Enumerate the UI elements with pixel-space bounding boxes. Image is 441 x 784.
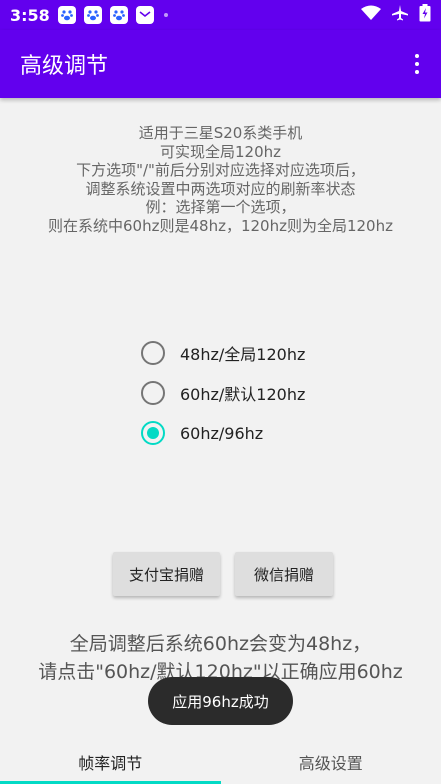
tab-label: 高级设置 bbox=[298, 754, 363, 773]
radio-label: 60hz/默认120hz bbox=[180, 385, 306, 404]
donate-buttons: 支付宝捐赠 微信捐赠 bbox=[113, 552, 333, 596]
wechat-donate-button[interactable]: 微信捐赠 bbox=[235, 552, 333, 596]
hint-line: 全局调整后系统60hz会变为48hz， bbox=[69, 633, 372, 655]
description-line: 则在系统中60hz则是48hz，120hz则为全局120hz bbox=[48, 216, 393, 235]
radio-option-60hz-default[interactable]: 60hz/默认120hz bbox=[141, 373, 305, 413]
radio-button[interactable] bbox=[141, 341, 165, 365]
description-line: 可实现全局120hz bbox=[159, 142, 281, 161]
tab-advanced-settings[interactable]: 高级设置 bbox=[221, 740, 441, 784]
status-time: 3:58 bbox=[10, 5, 50, 25]
tab-label: 帧率调节 bbox=[78, 754, 143, 773]
wifi-icon bbox=[361, 5, 381, 25]
tab-frame-rate[interactable]: 帧率调节 bbox=[0, 740, 221, 784]
page-title: 高级调节 bbox=[20, 54, 109, 79]
radio-label: 48hz/全局120hz bbox=[180, 345, 306, 364]
description-line: 调整系统设置中两选项对应的刷新率状态 bbox=[85, 179, 356, 198]
app-bar: 高级调节 bbox=[0, 30, 441, 98]
radio-option-48hz[interactable]: 48hz/全局120hz bbox=[141, 333, 305, 373]
refresh-rate-radio-group: 48hz/全局120hz 60hz/默认120hz 60hz/96hz bbox=[141, 333, 305, 453]
alipay-donate-button[interactable]: 支付宝捐赠 bbox=[113, 552, 220, 596]
toast-message: 应用96hz成功 bbox=[148, 677, 293, 725]
paw-icon bbox=[57, 6, 76, 24]
radio-label: 60hz/96hz bbox=[180, 423, 264, 443]
paw-icon bbox=[83, 6, 102, 24]
description-line: 例：选择第一个选项， bbox=[145, 198, 296, 216]
paw-icon bbox=[109, 6, 128, 24]
description-text: 适用于三星S20系类手机 可实现全局120hz 下方选项"/"前后分别对应选择对… bbox=[0, 124, 441, 235]
more-vert-icon[interactable] bbox=[407, 52, 427, 76]
battery-icon bbox=[419, 4, 431, 26]
more-notifications-icon bbox=[163, 13, 168, 17]
bottom-nav: 帧率调节 高级设置 bbox=[0, 740, 441, 784]
description-line: 下方选项"/"前后分别对应选择对应选项后， bbox=[76, 161, 365, 179]
mail-icon bbox=[135, 6, 154, 24]
status-bar: 3:58 bbox=[0, 0, 441, 30]
radio-option-60hz-96hz[interactable]: 60hz/96hz bbox=[141, 413, 305, 453]
description-line: 适用于三星S20系类手机 bbox=[138, 124, 303, 142]
radio-button[interactable] bbox=[141, 421, 165, 445]
radio-button[interactable] bbox=[141, 381, 165, 405]
airplane-icon bbox=[391, 4, 409, 26]
